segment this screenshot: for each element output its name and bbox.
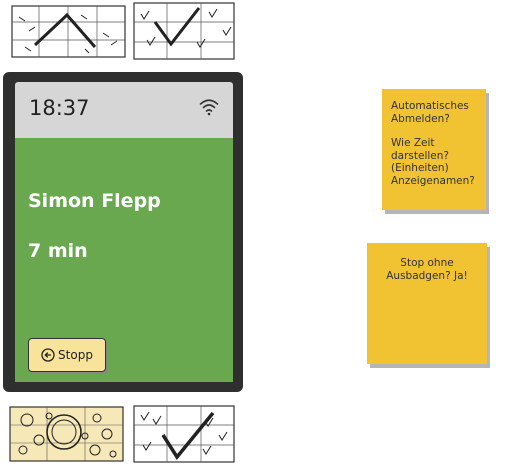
sketch-thumbnail-check	[133, 2, 237, 62]
checkmark-sketch-icon	[133, 2, 235, 60]
note-line: Ausbadgen? Ja!	[386, 269, 468, 282]
elapsed-duration: 7 min	[28, 240, 88, 262]
note-line: Anzeigenamen?	[391, 174, 475, 187]
device-frame: 18:37 Simon Flepp 7 min Stopp	[3, 72, 243, 392]
sticky-note-stop: Stop ohne Ausbadgen? Ja!	[367, 243, 487, 364]
note-line: Automatisches	[391, 100, 469, 112]
status-bar: 18:37	[15, 82, 233, 138]
bubbles-sketch-icon	[9, 406, 124, 462]
note-line: Wie Zeit	[391, 137, 435, 149]
person-name: Simon Flepp	[28, 190, 161, 212]
sketch-thumbnail-check-2	[133, 405, 237, 465]
note-line: darstellen?	[391, 149, 449, 162]
note-line: (Einheiten)	[391, 162, 449, 174]
wifi-icon	[199, 98, 219, 120]
sticky-note-questions: Automatisches Abmelden? Wie Zeit darstel…	[382, 89, 486, 210]
sketch-thumbnail-bubbles	[9, 406, 125, 464]
clock-time: 18:37	[29, 96, 90, 120]
chevron-sketch-icon	[11, 5, 126, 58]
sketch-thumbnail-chevron	[11, 5, 127, 59]
checkmark-sketch-icon	[133, 405, 235, 463]
stop-button[interactable]: Stopp	[28, 338, 106, 372]
arrow-left-circle-icon	[41, 348, 55, 362]
main-screen: Simon Flepp 7 min Stopp	[15, 138, 233, 382]
note-line: Abmelden?	[391, 112, 450, 125]
note-line: Stop ohne	[400, 257, 454, 269]
stop-button-label: Stopp	[58, 348, 93, 362]
